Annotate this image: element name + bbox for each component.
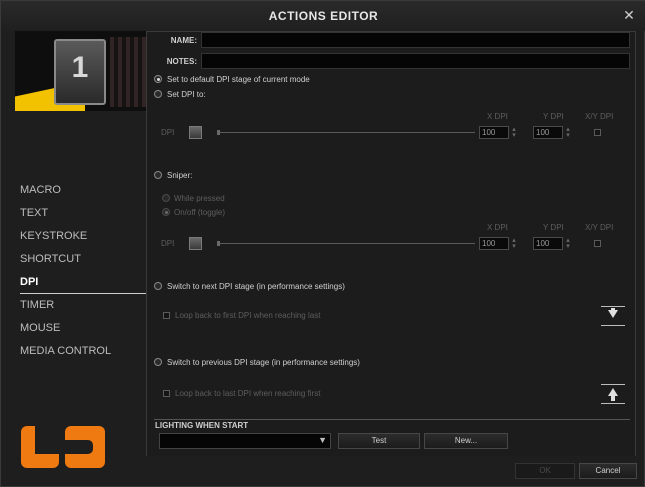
lighting-title: LIGHTING WHEN START — [155, 421, 249, 430]
device-image: 1 — [15, 31, 146, 111]
set-xy-dpi-header: X/Y DPI — [585, 112, 614, 121]
lighting-separator — [154, 419, 630, 420]
while-pressed-label: While pressed — [174, 194, 225, 203]
radio-on-off-toggle[interactable] — [162, 208, 170, 216]
arrow-down-icon[interactable] — [599, 304, 627, 328]
actions-editor-window: ACTIONS EDITOR ✕ 1 MACRO TEXT KEYSTROKE … — [0, 0, 645, 487]
name-field[interactable] — [201, 32, 630, 48]
cancel-button[interactable]: Cancel — [579, 463, 637, 479]
lighting-select[interactable]: ▼ — [159, 433, 331, 449]
set-x-dpi-input[interactable]: 100 — [479, 126, 509, 139]
set-dpi-caption: DPI — [161, 128, 175, 137]
set-y-dpi-input[interactable]: 100 — [533, 126, 563, 139]
set-dpi-slider[interactable] — [217, 132, 475, 133]
radio-next-dpi-stage[interactable] — [154, 282, 162, 290]
sniper-dpi-slider[interactable] — [217, 243, 475, 244]
window-title: ACTIONS EDITOR — [268, 9, 379, 23]
set-xy-dpi-checkbox[interactable] — [594, 129, 601, 136]
brand-logo — [21, 426, 105, 468]
sidebar-item-dpi[interactable]: DPI — [20, 271, 148, 294]
arrow-up-icon[interactable] — [599, 382, 627, 406]
loop-last-checkbox[interactable] — [163, 390, 170, 397]
sniper-label: Sniper: — [167, 171, 193, 180]
sniper-y-dpi-header: Y DPI — [543, 223, 564, 232]
chevron-down-icon[interactable]: ▼ — [318, 435, 327, 445]
radio-set-dpi[interactable] — [154, 90, 162, 98]
sniper-y-dpi-input[interactable]: 100 — [533, 237, 563, 250]
loop-last-label: Loop back to last DPI when reaching firs… — [175, 389, 321, 398]
close-icon[interactable]: ✕ — [622, 8, 636, 22]
on-off-toggle-label: On/off (toggle) — [174, 208, 225, 217]
sniper-y-dpi-spinner[interactable]: ▴ ▾ — [565, 237, 571, 250]
sidebar-item-mouse[interactable]: MOUSE — [20, 317, 146, 340]
new-lighting-button[interactable]: New... — [424, 433, 508, 449]
loop-first-label: Loop back to first DPI when reaching las… — [175, 311, 321, 320]
set-dpi-slider-thumb[interactable] — [217, 130, 220, 135]
sidebar-item-shortcut[interactable]: SHORTCUT — [20, 248, 146, 271]
sidebar-item-keystroke[interactable]: KEYSTROKE — [20, 225, 146, 248]
sidebar-item-timer[interactable]: TIMER — [20, 294, 146, 317]
sniper-x-dpi-input[interactable]: 100 — [479, 237, 509, 250]
notes-label: NOTES: — [166, 57, 197, 66]
radio-while-pressed[interactable] — [162, 194, 170, 202]
profile-tile: 1 — [54, 39, 106, 105]
action-type-menu: MACRO TEXT KEYSTROKE SHORTCUT DPI TIMER … — [20, 179, 148, 363]
sidebar-item-text[interactable]: TEXT — [20, 202, 146, 225]
test-button[interactable]: Test — [338, 433, 420, 449]
ok-button[interactable]: OK — [515, 463, 575, 479]
set-y-dpi-spinner[interactable]: ▴ ▾ — [565, 126, 571, 139]
sniper-dpi-caption: DPI — [161, 239, 175, 248]
set-y-dpi-header: Y DPI — [543, 112, 564, 121]
radio-sniper[interactable] — [154, 171, 162, 179]
sniper-x-dpi-spinner[interactable]: ▴ ▾ — [511, 237, 517, 250]
device-grille — [110, 37, 146, 107]
sniper-xy-dpi-checkbox[interactable] — [594, 240, 601, 247]
set-dpi-color-swatch[interactable] — [189, 126, 202, 139]
set-x-dpi-header: X DPI — [487, 112, 508, 121]
sniper-xy-dpi-header: X/Y DPI — [585, 223, 614, 232]
sniper-x-dpi-header: X DPI — [487, 223, 508, 232]
next-dpi-stage-label: Switch to next DPI stage (in performance… — [167, 282, 345, 291]
default-dpi-label: Set to default DPI stage of current mode — [167, 75, 310, 84]
name-label: NAME: — [170, 36, 197, 45]
set-x-dpi-spinner[interactable]: ▴ ▾ — [511, 126, 517, 139]
title-bar: ACTIONS EDITOR ✕ — [1, 1, 645, 31]
sniper-dpi-slider-thumb[interactable] — [217, 241, 220, 246]
sidebar: 1 MACRO TEXT KEYSTROKE SHORTCUT DPI TIME… — [15, 31, 148, 456]
sniper-dpi-color-swatch[interactable] — [189, 237, 202, 250]
sidebar-item-macro[interactable]: MACRO — [20, 179, 146, 202]
set-dpi-label: Set DPI to: — [167, 90, 206, 99]
profile-number: 1 — [71, 51, 89, 84]
radio-default-dpi[interactable] — [154, 75, 162, 83]
notes-field[interactable] — [201, 53, 630, 69]
sidebar-item-media-control[interactable]: MEDIA CONTROL — [20, 340, 146, 363]
loop-first-checkbox[interactable] — [163, 312, 170, 319]
radio-prev-dpi-stage[interactable] — [154, 358, 162, 366]
prev-dpi-stage-label: Switch to previous DPI stage (in perform… — [167, 358, 360, 367]
